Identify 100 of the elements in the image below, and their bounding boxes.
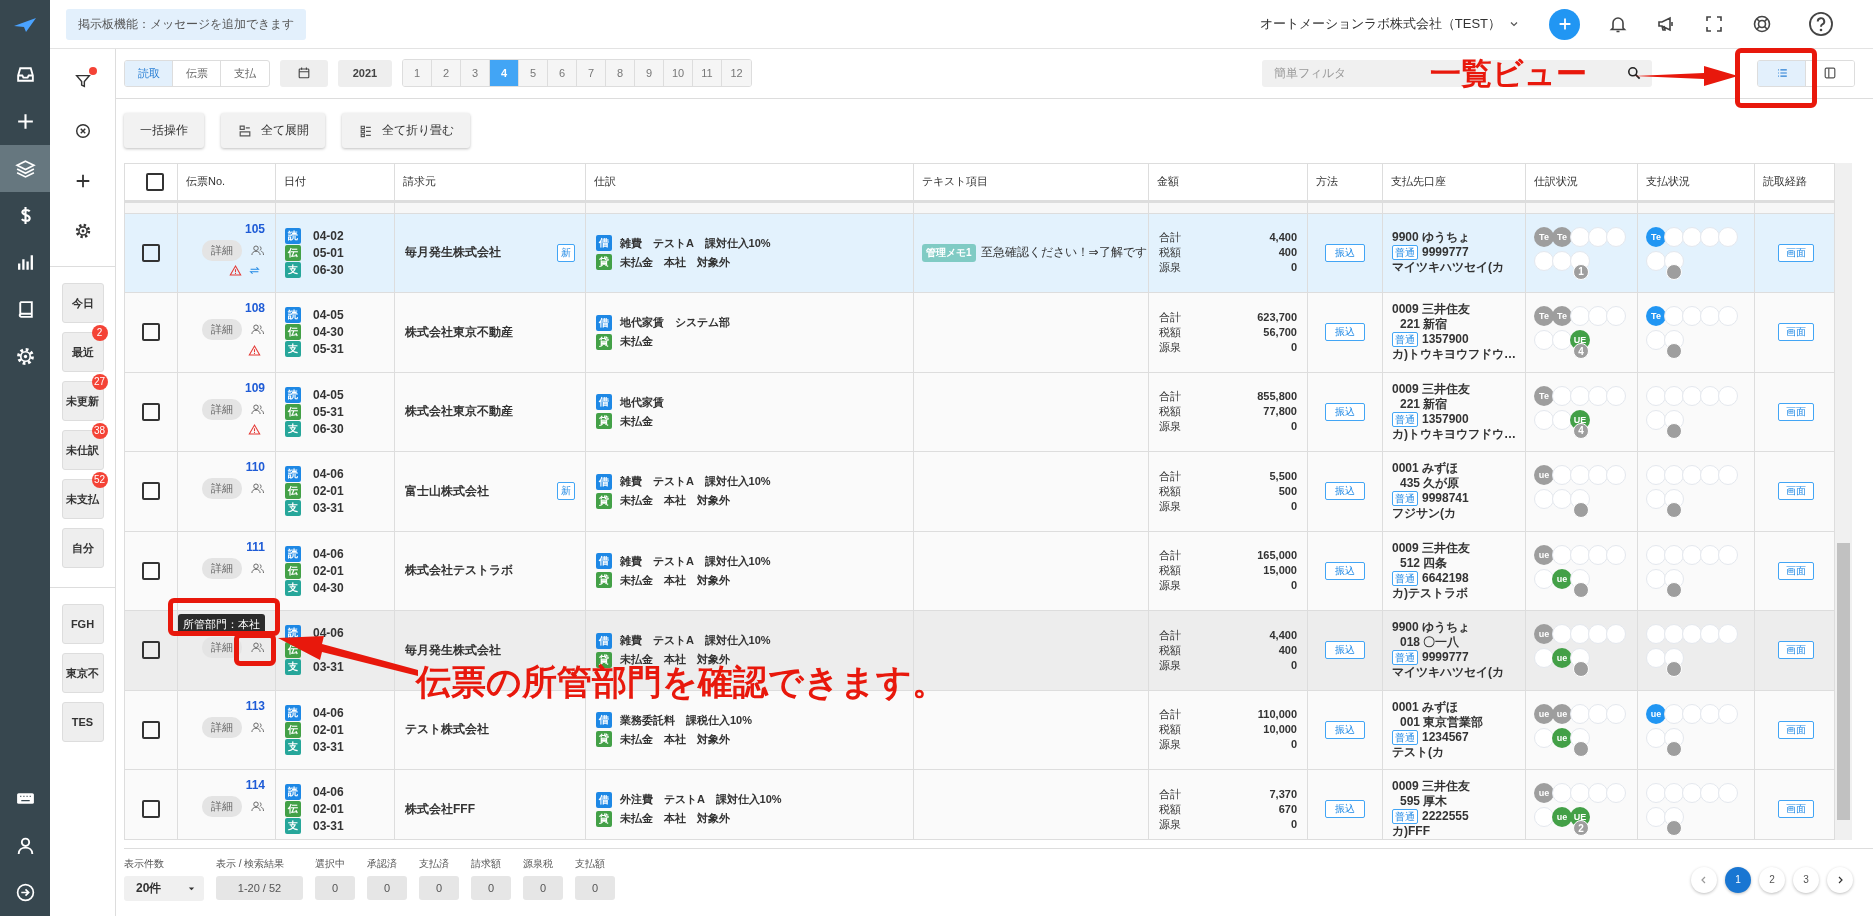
checkbox[interactable] <box>146 172 164 191</box>
date-type-badge: 読 <box>285 307 301 324</box>
route-button[interactable]: 画面 <box>1777 721 1814 739</box>
month-tab[interactable]: 5 <box>519 60 548 87</box>
detail-button[interactable]: 詳細 <box>202 796 242 818</box>
nav-item[interactable] <box>0 145 50 192</box>
empty-status-dot <box>1682 306 1702 327</box>
month-tab[interactable]: 1 <box>403 60 432 87</box>
route-button[interactable]: 画面 <box>1777 800 1814 819</box>
saved-filter-button[interactable]: FGH <box>61 604 104 644</box>
people-icon[interactable] <box>250 560 265 576</box>
amount-value: 56,700 <box>1263 325 1297 340</box>
account-number: 9999777 <box>1422 650 1469 666</box>
month-tab[interactable]: 7 <box>577 60 606 87</box>
month-tab[interactable]: 12 <box>722 60 751 87</box>
detail-button[interactable]: 詳細 <box>202 239 242 261</box>
route-button[interactable]: 画面 <box>1777 641 1814 660</box>
slip-number-link[interactable]: 111 <box>246 539 265 555</box>
mode-tab[interactable]: 支払 <box>221 60 269 86</box>
month-tab[interactable]: 6 <box>548 60 577 87</box>
month-tab[interactable]: 10 <box>664 60 693 87</box>
mode-tab[interactable]: 読取 <box>125 60 173 86</box>
entry-type-badge: 借 <box>596 633 612 649</box>
amount-label: 税額 <box>1159 484 1181 499</box>
quick-filter-button[interactable]: 今日 <box>61 283 104 323</box>
detail-button[interactable]: 詳細 <box>202 557 242 579</box>
empty-status-dot <box>1646 648 1666 669</box>
detail-button[interactable]: 詳細 <box>202 478 242 500</box>
action-button[interactable]: 全て展開 <box>221 113 325 149</box>
people-icon[interactable] <box>250 401 265 417</box>
route-button[interactable]: 画面 <box>1777 562 1814 580</box>
action-button[interactable]: 一括操作 <box>124 113 204 149</box>
bank-text: 0009 三井住友 <box>1392 382 1472 397</box>
action-button[interactable]: 全て折り畳む <box>342 113 470 149</box>
checkbox[interactable] <box>142 323 160 342</box>
empty-status-dot <box>1570 783 1590 804</box>
column-header: 支払状況 <box>1646 174 1690 190</box>
journal-text: 未払金 本社 対象外 <box>620 493 730 509</box>
page-button[interactable]: 3 <box>1793 866 1819 893</box>
settings-icon <box>14 346 36 367</box>
company-selector[interactable]: オートメーションラボ株式会社（TEST） <box>1259 15 1519 33</box>
date-text: 05-31 <box>313 342 344 357</box>
stat-label: 請求額 <box>471 856 502 871</box>
quick-filter-button[interactable]: 自分 <box>61 528 104 568</box>
checkbox[interactable] <box>142 721 160 739</box>
slip-number-link[interactable]: 110 <box>245 460 265 476</box>
year-button[interactable]: 2021 <box>338 59 392 87</box>
month-tab[interactable]: 11 <box>693 60 722 87</box>
slip-number-link[interactable]: 114 <box>245 778 265 794</box>
saved-filter-button[interactable]: 東京不 <box>61 653 104 693</box>
entry-type-badge: 貸 <box>596 334 612 350</box>
checkbox[interactable] <box>142 562 160 580</box>
amount-value: 0 <box>1290 340 1297 355</box>
calendar-button[interactable] <box>280 59 328 87</box>
month-tab[interactable]: 4 <box>490 60 519 87</box>
method-badge: 振込 <box>1325 721 1365 739</box>
date-text: 04-06 <box>313 626 344 641</box>
slip-number-link[interactable]: 113 <box>245 698 265 714</box>
page-button[interactable]: 1 <box>1725 866 1751 893</box>
people-icon[interactable] <box>250 719 265 735</box>
month-tab[interactable]: 9 <box>635 60 664 87</box>
slip-number-link[interactable]: 108 <box>244 301 265 317</box>
checkbox[interactable] <box>142 403 160 421</box>
route-button[interactable]: 画面 <box>1777 482 1814 501</box>
account-number: 6642198 <box>1422 571 1469 586</box>
date-text: 05-31 <box>313 405 344 419</box>
detail-button[interactable]: 詳細 <box>202 398 242 420</box>
journal-text: 業務委託料 課税仕入10% <box>620 713 753 728</box>
toolbar-button[interactable] <box>1808 11 1834 37</box>
page-button[interactable]: 2 <box>1759 866 1785 893</box>
date-text: 04-06 <box>313 467 344 482</box>
detail-button[interactable]: 詳細 <box>202 716 242 738</box>
checkbox[interactable] <box>142 482 160 501</box>
close-circle-icon <box>73 122 92 140</box>
slip-number-link[interactable]: 105 <box>244 221 265 237</box>
status-dot: ue <box>1552 569 1572 589</box>
people-icon[interactable] <box>250 242 265 258</box>
checkbox[interactable] <box>142 641 160 660</box>
account-holder: マイツキハツセイ(カ <box>1392 665 1505 681</box>
add-button[interactable] <box>1549 8 1580 40</box>
checkbox[interactable] <box>142 244 160 262</box>
empty-status-dot <box>1718 465 1738 486</box>
month-tab[interactable]: 8 <box>606 60 635 87</box>
search-icon <box>1626 64 1642 81</box>
detail-button[interactable]: 詳細 <box>202 319 242 341</box>
slip-number-link[interactable]: 109 <box>244 380 265 396</box>
route-button[interactable]: 画面 <box>1777 244 1814 262</box>
page-size-select[interactable]: 20件 <box>124 875 204 901</box>
account-holder: マイツキハツセイ(カ <box>1392 260 1505 276</box>
saved-filter-button[interactable]: TES <box>61 702 104 742</box>
account-holder: カ)テストラボ <box>1392 586 1469 601</box>
mode-tab[interactable]: 伝票 <box>173 60 221 86</box>
route-button[interactable]: 画面 <box>1777 403 1814 421</box>
view-toggle[interactable] <box>1758 60 1806 86</box>
month-tab[interactable]: 2 <box>432 60 461 87</box>
route-button[interactable]: 画面 <box>1777 323 1814 342</box>
month-tab[interactable]: 3 <box>461 60 490 87</box>
empty-status-dot <box>1606 306 1626 327</box>
scrollbar-thumb[interactable] <box>1837 542 1850 820</box>
checkbox[interactable] <box>142 800 160 819</box>
